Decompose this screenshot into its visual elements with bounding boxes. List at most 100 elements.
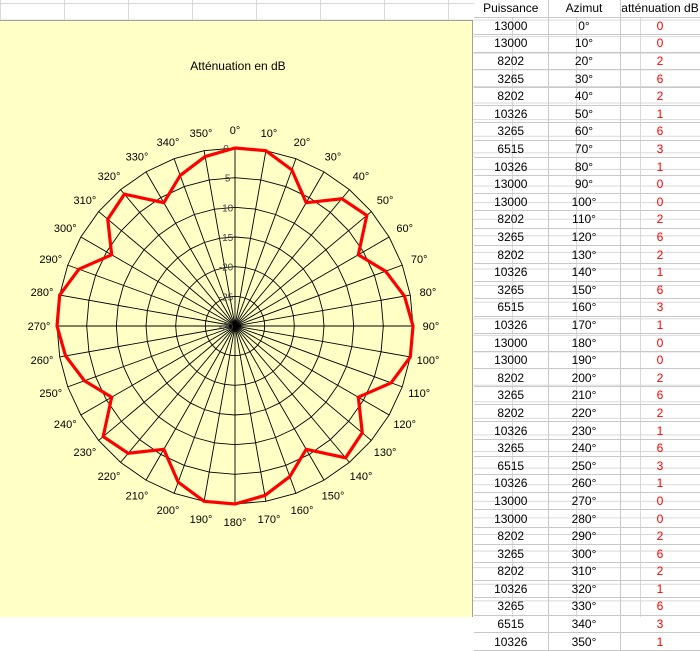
cell-azimut[interactable]: 190° <box>548 351 621 370</box>
cell-azimut[interactable]: 270° <box>548 492 621 511</box>
cell-azimut[interactable]: 0° <box>548 17 621 36</box>
cell-attenuation[interactable]: 0 <box>620 34 700 53</box>
cell-puissance[interactable]: 8202 <box>474 527 549 546</box>
cell-azimut[interactable]: 260° <box>548 474 621 493</box>
cell-attenuation[interactable]: 6 <box>620 122 700 141</box>
cell-puissance[interactable]: 3265 <box>474 281 549 300</box>
cell-puissance[interactable]: 8202 <box>474 210 549 229</box>
cell-azimut[interactable]: 110° <box>548 210 621 229</box>
cell-attenuation[interactable]: 3 <box>620 298 700 317</box>
cell-attenuation[interactable]: 1 <box>620 157 700 176</box>
cell-puissance[interactable]: 6515 <box>474 456 549 476</box>
cell-azimut[interactable]: 300° <box>548 544 621 563</box>
cell-attenuation[interactable]: 6 <box>620 386 700 405</box>
cell-attenuation[interactable]: 2 <box>620 52 700 71</box>
cell-attenuation[interactable]: 1 <box>620 632 700 651</box>
cell-azimut[interactable]: 160° <box>548 298 621 317</box>
cell-azimut[interactable]: 90° <box>548 175 621 194</box>
cell-puissance[interactable]: 8202 <box>474 368 549 388</box>
cell-attenuation[interactable]: 2 <box>620 245 700 264</box>
cell-attenuation[interactable]: 3 <box>620 615 700 634</box>
cell-attenuation[interactable]: 2 <box>620 404 700 423</box>
cell-puissance[interactable]: 8202 <box>474 562 549 581</box>
cell-attenuation[interactable]: 6 <box>620 281 700 300</box>
cell-azimut[interactable]: 230° <box>548 421 621 440</box>
cell-azimut[interactable]: 220° <box>548 404 621 423</box>
cell-azimut[interactable]: 150° <box>548 281 621 300</box>
cell-attenuation[interactable]: 2 <box>620 87 700 106</box>
cell-azimut[interactable]: 290° <box>548 527 621 546</box>
cell-azimut[interactable]: 250° <box>548 456 621 476</box>
cell-azimut[interactable]: 10° <box>548 34 621 53</box>
cell-attenuation[interactable]: 6 <box>620 439 700 458</box>
cell-puissance[interactable]: 8202 <box>474 87 549 106</box>
cell-azimut[interactable]: 20° <box>548 52 621 71</box>
column-header-puissance[interactable]: Puissance <box>474 0 549 18</box>
cell-puissance[interactable]: 10326 <box>474 421 549 440</box>
column-header-attenuation[interactable]: atténuation dB <box>620 0 700 18</box>
data-table[interactable]: Puissance Azimut atténuation dB 13000 0° 0… <box>474 0 700 651</box>
cell-puissance[interactable]: 13000 <box>474 333 549 352</box>
chart-area[interactable]: Atténuation en dB 0 -5 -10 -15 -20 -25 -30 0° 1… <box>0 20 473 617</box>
cell-attenuation[interactable]: 6 <box>620 597 700 616</box>
cell-azimut[interactable]: 210° <box>548 386 621 405</box>
cell-azimut[interactable]: 100° <box>548 193 621 212</box>
cell-puissance[interactable]: 8202 <box>474 52 549 71</box>
cell-puissance[interactable]: 13000 <box>474 17 549 36</box>
cell-attenuation[interactable]: 6 <box>620 69 700 88</box>
cell-puissance[interactable]: 3265 <box>474 122 549 141</box>
cell-azimut[interactable]: 280° <box>548 509 621 528</box>
cell-attenuation[interactable]: 3 <box>620 140 700 159</box>
cell-azimut[interactable]: 180° <box>548 333 621 352</box>
cell-puissance[interactable]: 10326 <box>474 263 549 282</box>
cell-attenuation[interactable]: 6 <box>620 228 700 247</box>
cell-attenuation[interactable]: 0 <box>620 492 700 511</box>
cell-azimut[interactable]: 60° <box>548 122 621 141</box>
cell-azimut[interactable]: 310° <box>548 562 621 581</box>
cell-puissance[interactable]: 3265 <box>474 439 549 458</box>
cell-puissance[interactable]: 13000 <box>474 492 549 511</box>
cell-attenuation[interactable]: 2 <box>620 210 700 229</box>
column-header-azimut[interactable]: Azimut <box>548 0 621 18</box>
cell-azimut[interactable]: 240° <box>548 439 621 458</box>
cell-puissance[interactable]: 10326 <box>474 474 549 493</box>
cell-azimut[interactable]: 200° <box>548 368 621 388</box>
cell-azimut[interactable]: 340° <box>548 615 621 634</box>
cell-attenuation[interactable]: 2 <box>620 368 700 388</box>
cell-puissance[interactable]: 10326 <box>474 316 549 335</box>
cell-puissance[interactable]: 13000 <box>474 351 549 370</box>
cell-azimut[interactable]: 50° <box>548 105 621 124</box>
cell-attenuation[interactable]: 1 <box>620 474 700 493</box>
cell-attenuation[interactable]: 6 <box>620 544 700 563</box>
cell-puissance[interactable]: 13000 <box>474 175 549 194</box>
cell-puissance[interactable]: 13000 <box>474 193 549 212</box>
cell-azimut[interactable]: 130° <box>548 245 621 264</box>
cell-attenuation[interactable]: 1 <box>620 105 700 124</box>
cell-puissance[interactable]: 3265 <box>474 386 549 405</box>
cell-azimut[interactable]: 40° <box>548 87 621 106</box>
cell-puissance[interactable]: 13000 <box>474 34 549 53</box>
cell-puissance[interactable]: 8202 <box>474 245 549 264</box>
cell-azimut[interactable]: 350° <box>548 632 621 651</box>
cell-attenuation[interactable]: 1 <box>620 316 700 335</box>
cell-attenuation[interactable]: 0 <box>620 351 700 370</box>
cell-azimut[interactable]: 330° <box>548 597 621 616</box>
cell-attenuation[interactable]: 0 <box>620 193 700 212</box>
cell-puissance[interactable]: 3265 <box>474 228 549 247</box>
cell-attenuation[interactable]: 0 <box>620 509 700 528</box>
cell-azimut[interactable]: 70° <box>548 140 621 159</box>
cell-attenuation[interactable]: 3 <box>620 456 700 476</box>
cell-puissance[interactable]: 6515 <box>474 140 549 159</box>
cell-attenuation[interactable]: 0 <box>620 17 700 36</box>
cell-puissance[interactable]: 10326 <box>474 580 549 599</box>
cell-puissance[interactable]: 10326 <box>474 157 549 176</box>
cell-attenuation[interactable]: 1 <box>620 263 700 282</box>
cell-attenuation[interactable]: 0 <box>620 333 700 352</box>
cell-puissance[interactable]: 3265 <box>474 69 549 88</box>
cell-puissance[interactable]: 13000 <box>474 509 549 528</box>
cell-puissance[interactable]: 3265 <box>474 597 549 616</box>
cell-attenuation[interactable]: 0 <box>620 175 700 194</box>
cell-attenuation[interactable]: 2 <box>620 562 700 581</box>
cell-azimut[interactable]: 120° <box>548 228 621 247</box>
cell-attenuation[interactable]: 1 <box>620 580 700 599</box>
